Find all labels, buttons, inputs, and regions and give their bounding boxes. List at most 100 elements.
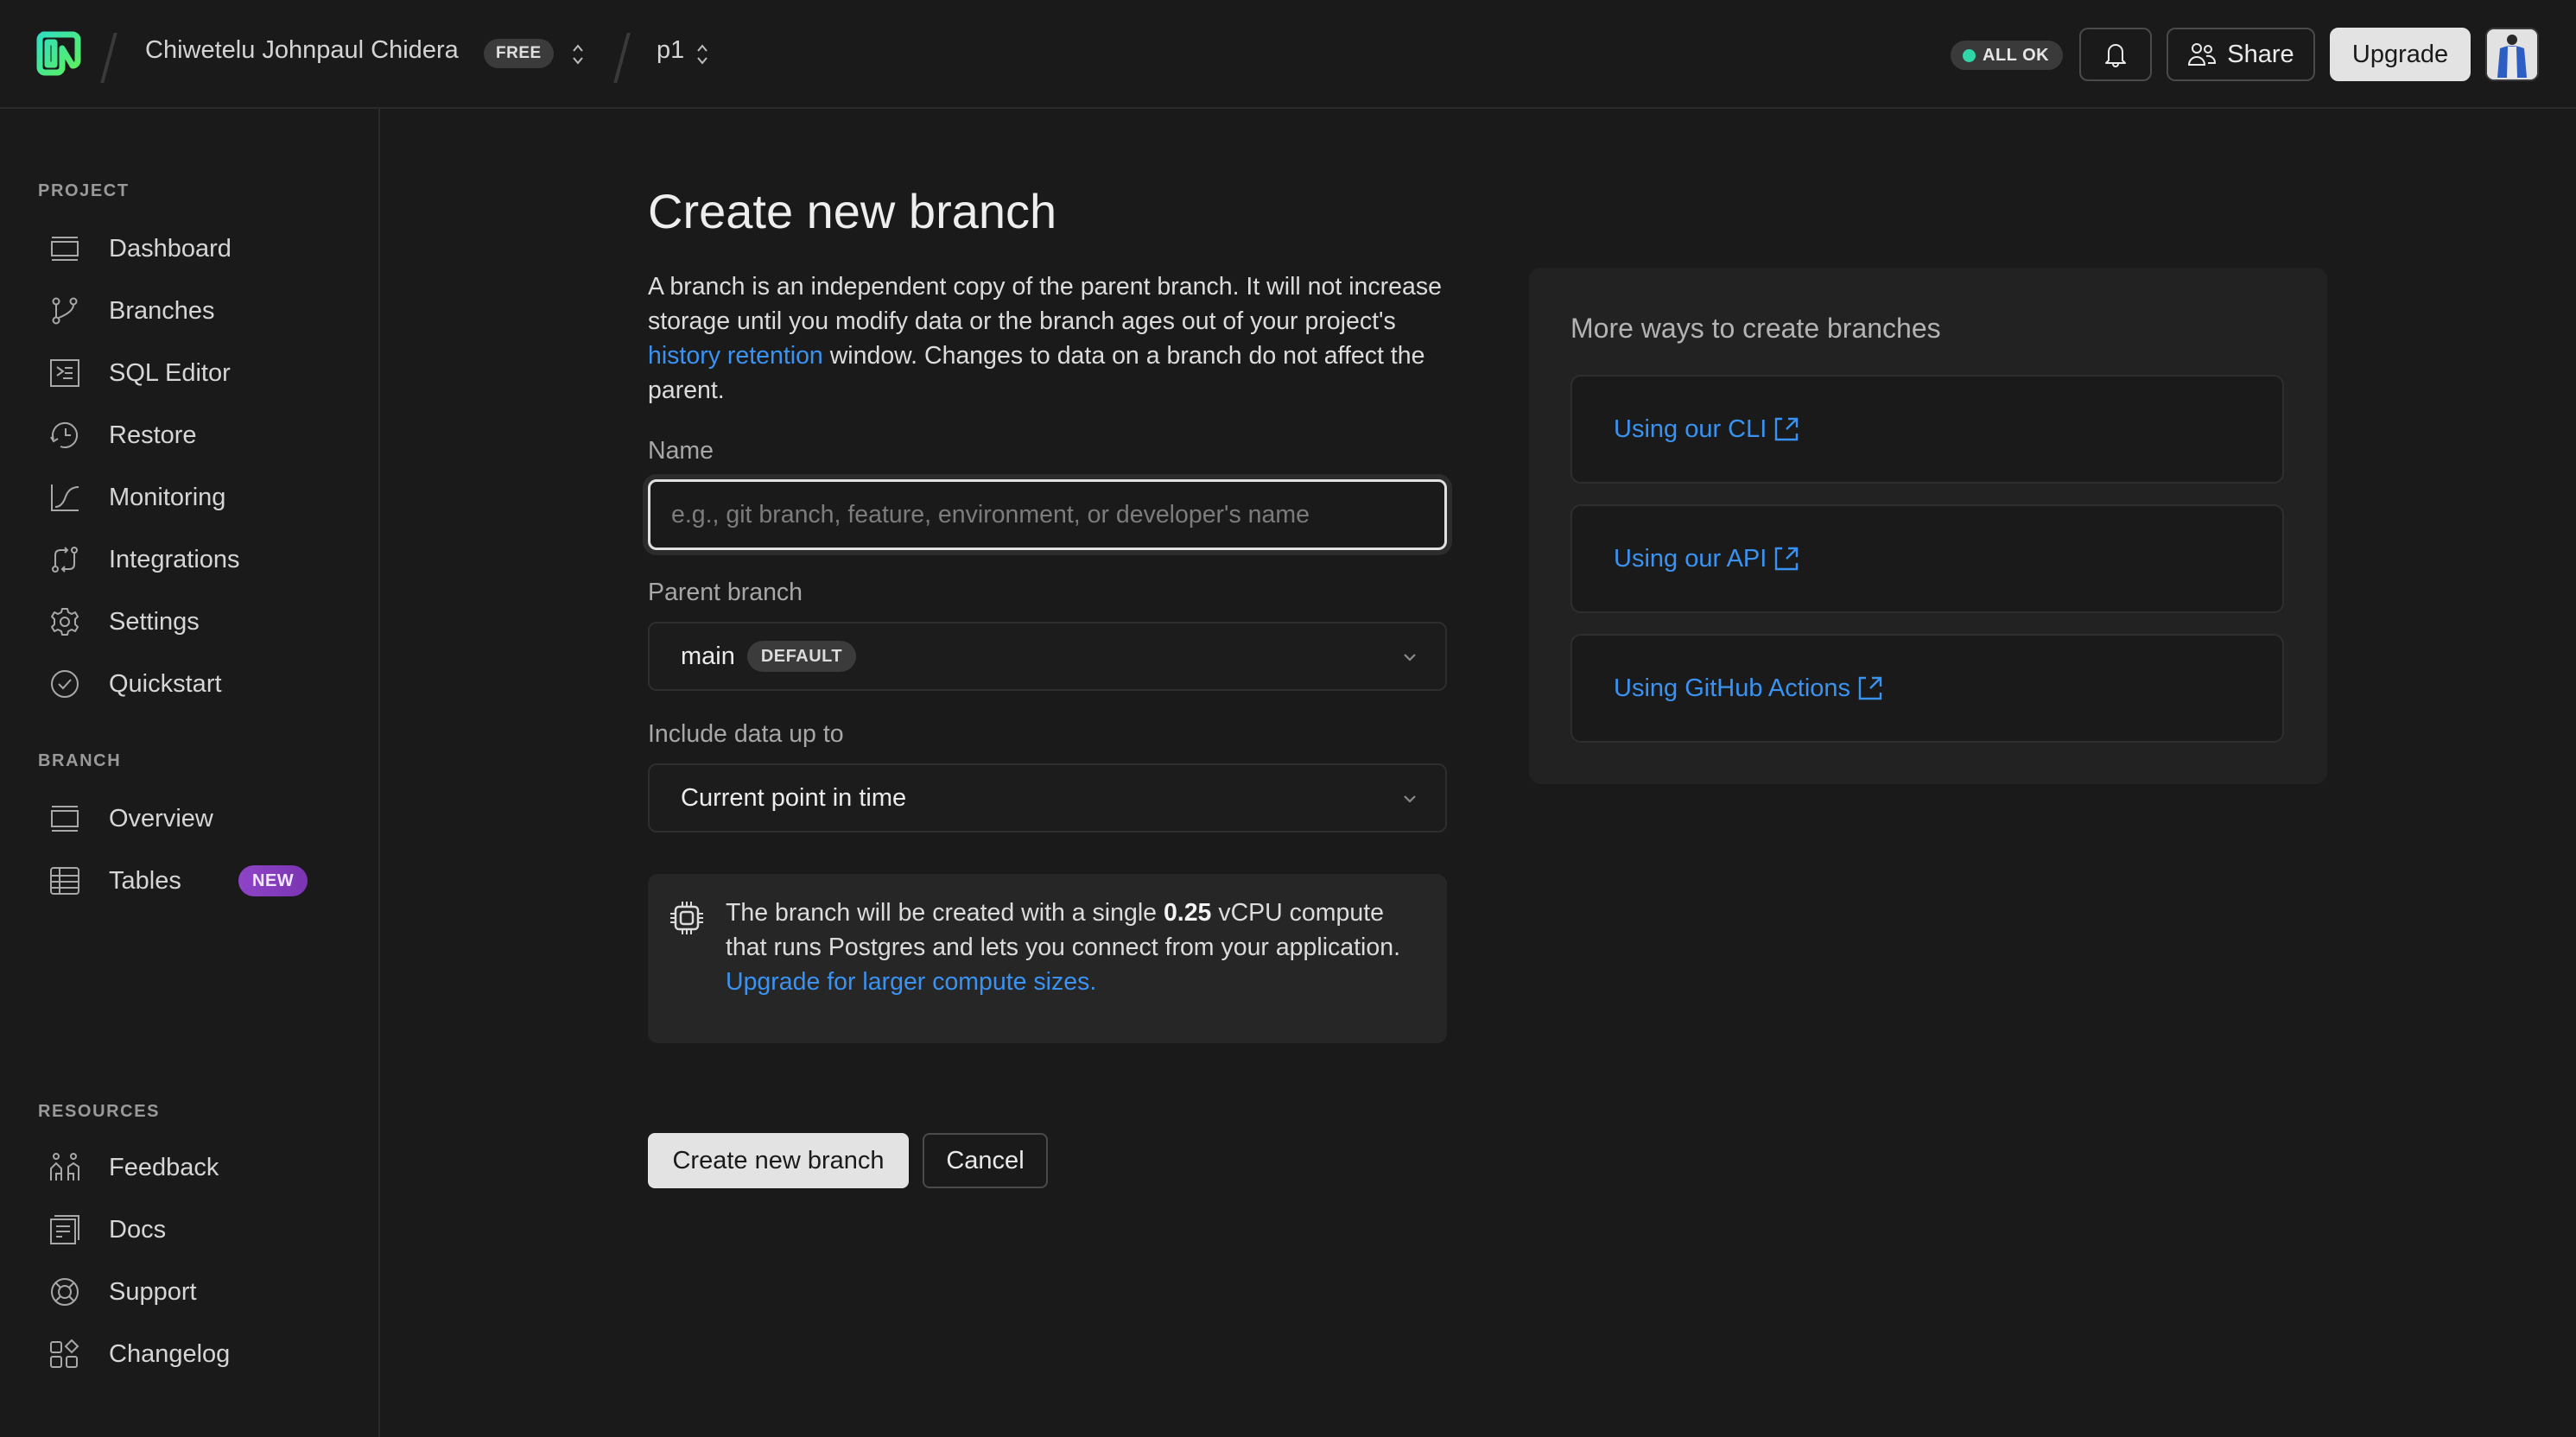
parent-branch-label: Parent branch: [648, 579, 803, 606]
intro-text-start: A branch is an independent copy of the p…: [648, 273, 1442, 335]
compute-info-box: The branch will be created with a single…: [648, 874, 1447, 1043]
overview-icon: [51, 806, 79, 832]
org-name[interactable]: Chiwetelu Johnpaul Chidera: [145, 36, 459, 65]
parent-branch-select[interactable]: main DEFAULT: [648, 622, 1447, 691]
chart-line-icon: [51, 484, 79, 511]
external-link-icon: [1858, 676, 1882, 700]
sidebar-item-feedback[interactable]: Feedback: [38, 1142, 349, 1193]
page-title: Create new branch: [648, 184, 1057, 238]
sidebar-item-label: SQL Editor: [109, 358, 231, 387]
way-label: Using GitHub Actions: [1614, 674, 1851, 702]
status-text: ALL OK: [1983, 45, 2050, 65]
gear-icon: [51, 608, 79, 636]
breadcrumb-separator: [100, 33, 117, 83]
create-branch-button[interactable]: Create new branch: [648, 1133, 909, 1188]
sidebar-item-settings[interactable]: Settings: [38, 596, 349, 648]
status-dot-icon: [1963, 48, 1976, 62]
parent-branch-value: main: [681, 642, 735, 670]
cancel-button[interactable]: Cancel: [923, 1133, 1048, 1188]
changelog-icon: [50, 1339, 79, 1368]
sidebar-item-label: Overview: [109, 804, 213, 832]
sidebar-item-branches[interactable]: Branches: [38, 285, 349, 337]
sidebar-item-changelog[interactable]: Changelog: [38, 1328, 349, 1380]
using-api-link[interactable]: Using our API: [1570, 504, 2284, 613]
sidebar-item-label: Changelog: [109, 1339, 231, 1368]
intro-text: A branch is an independent copy of the p…: [648, 269, 1451, 408]
compute-info-text: The branch will be created with a single…: [726, 896, 1425, 999]
avatar-image-icon: [2487, 29, 2537, 79]
check-circle-icon: [51, 670, 79, 698]
external-link-icon: [1775, 417, 1799, 441]
name-label: Name: [648, 437, 714, 465]
section-label-resources: RESOURCES: [38, 1102, 161, 1121]
sidebar-item-quickstart[interactable]: Quickstart: [38, 658, 349, 710]
dashboard-icon: [51, 237, 79, 261]
compute-size: 0.25: [1163, 899, 1212, 927]
sidebar-item-support[interactable]: Support: [38, 1266, 349, 1318]
upgrade-compute-link[interactable]: Upgrade for larger compute sizes.: [726, 968, 1096, 996]
sidebar-item-label: Settings: [109, 607, 200, 636]
using-cli-link[interactable]: Using our CLI: [1570, 375, 2284, 484]
sidebar-item-label: Quickstart: [109, 669, 222, 698]
chevron-down-icon: [1404, 654, 1416, 662]
sidebar-item-label: Support: [109, 1277, 197, 1306]
users-icon: [2188, 43, 2217, 66]
info-text-start: The branch will be created with a single: [726, 899, 1164, 927]
upgrade-label: Upgrade: [2351, 40, 2449, 68]
bell-icon: [2105, 44, 2126, 67]
sidebar-item-restore[interactable]: Restore: [38, 409, 349, 461]
sidebar-item-label: Docs: [109, 1215, 167, 1244]
more-ways-panel: More ways to create branches Using our C…: [1529, 268, 2327, 784]
sidebar-item-docs[interactable]: Docs: [38, 1204, 349, 1256]
status-badge[interactable]: ALL OK: [1951, 41, 2064, 70]
git-branch-icon: [52, 297, 78, 325]
docs-icon: [50, 1215, 79, 1244]
integrations-icon: [52, 547, 78, 573]
include-data-select[interactable]: Current point in time: [648, 763, 1447, 832]
sidebar-item-label: Tables: [109, 866, 181, 895]
sidebar-item-label: Monitoring: [109, 483, 226, 511]
history-icon: [50, 421, 79, 448]
lifebuoy-icon: [51, 1278, 79, 1306]
sidebar-item-tables[interactable]: Tables NEW: [38, 855, 349, 907]
using-github-actions-link[interactable]: Using GitHub Actions: [1570, 634, 2284, 743]
sidebar-item-monitoring[interactable]: Monitoring: [38, 472, 349, 523]
sidebar-item-label: Branches: [109, 296, 215, 325]
sidebar-item-label: Integrations: [109, 545, 240, 573]
chevron-down-icon: [1404, 795, 1416, 803]
project-name[interactable]: p1: [657, 36, 684, 65]
top-bar: Chiwetelu Johnpaul Chidera FREE p1 ALL O…: [0, 0, 2576, 109]
section-label-project: PROJECT: [38, 181, 130, 200]
default-badge: DEFAULT: [746, 641, 857, 672]
more-ways-title: More ways to create branches: [1570, 313, 1941, 344]
sidebar-item-label: Restore: [109, 421, 197, 449]
notifications-button[interactable]: [2079, 28, 2152, 81]
terminal-icon: [50, 359, 79, 387]
sidebar-item-sql-editor[interactable]: SQL Editor: [38, 347, 349, 399]
include-data-label: Include data up to: [648, 720, 844, 748]
cpu-icon: [670, 902, 703, 934]
history-retention-link[interactable]: history retention: [648, 342, 823, 370]
plan-badge: FREE: [484, 39, 554, 68]
upgrade-button[interactable]: Upgrade: [2330, 28, 2471, 81]
table-icon: [50, 867, 79, 895]
org-switcher-chevron-icon[interactable]: [570, 41, 586, 67]
sidebar-item-overview[interactable]: Overview: [38, 793, 349, 845]
way-label: Using our API: [1614, 544, 1767, 573]
external-link-icon: [1775, 547, 1799, 571]
neon-logo-icon[interactable]: [36, 31, 81, 76]
feedback-icon: [50, 1153, 79, 1181]
way-label: Using our CLI: [1614, 415, 1767, 443]
breadcrumb-separator: [613, 33, 631, 83]
branch-name-input[interactable]: [648, 479, 1447, 550]
user-avatar[interactable]: [2485, 28, 2539, 81]
new-badge: NEW: [238, 865, 308, 896]
share-button[interactable]: Share: [2167, 28, 2315, 81]
share-label: Share: [2227, 40, 2294, 68]
project-switcher-chevron-icon[interactable]: [695, 41, 710, 67]
sidebar-item-dashboard[interactable]: Dashboard: [38, 223, 349, 275]
include-data-value: Current point in time: [681, 783, 907, 812]
sidebar-item-label: Feedback: [109, 1153, 219, 1181]
sidebar-item-integrations[interactable]: Integrations: [38, 534, 349, 586]
section-label-branch: BRANCH: [38, 751, 122, 770]
